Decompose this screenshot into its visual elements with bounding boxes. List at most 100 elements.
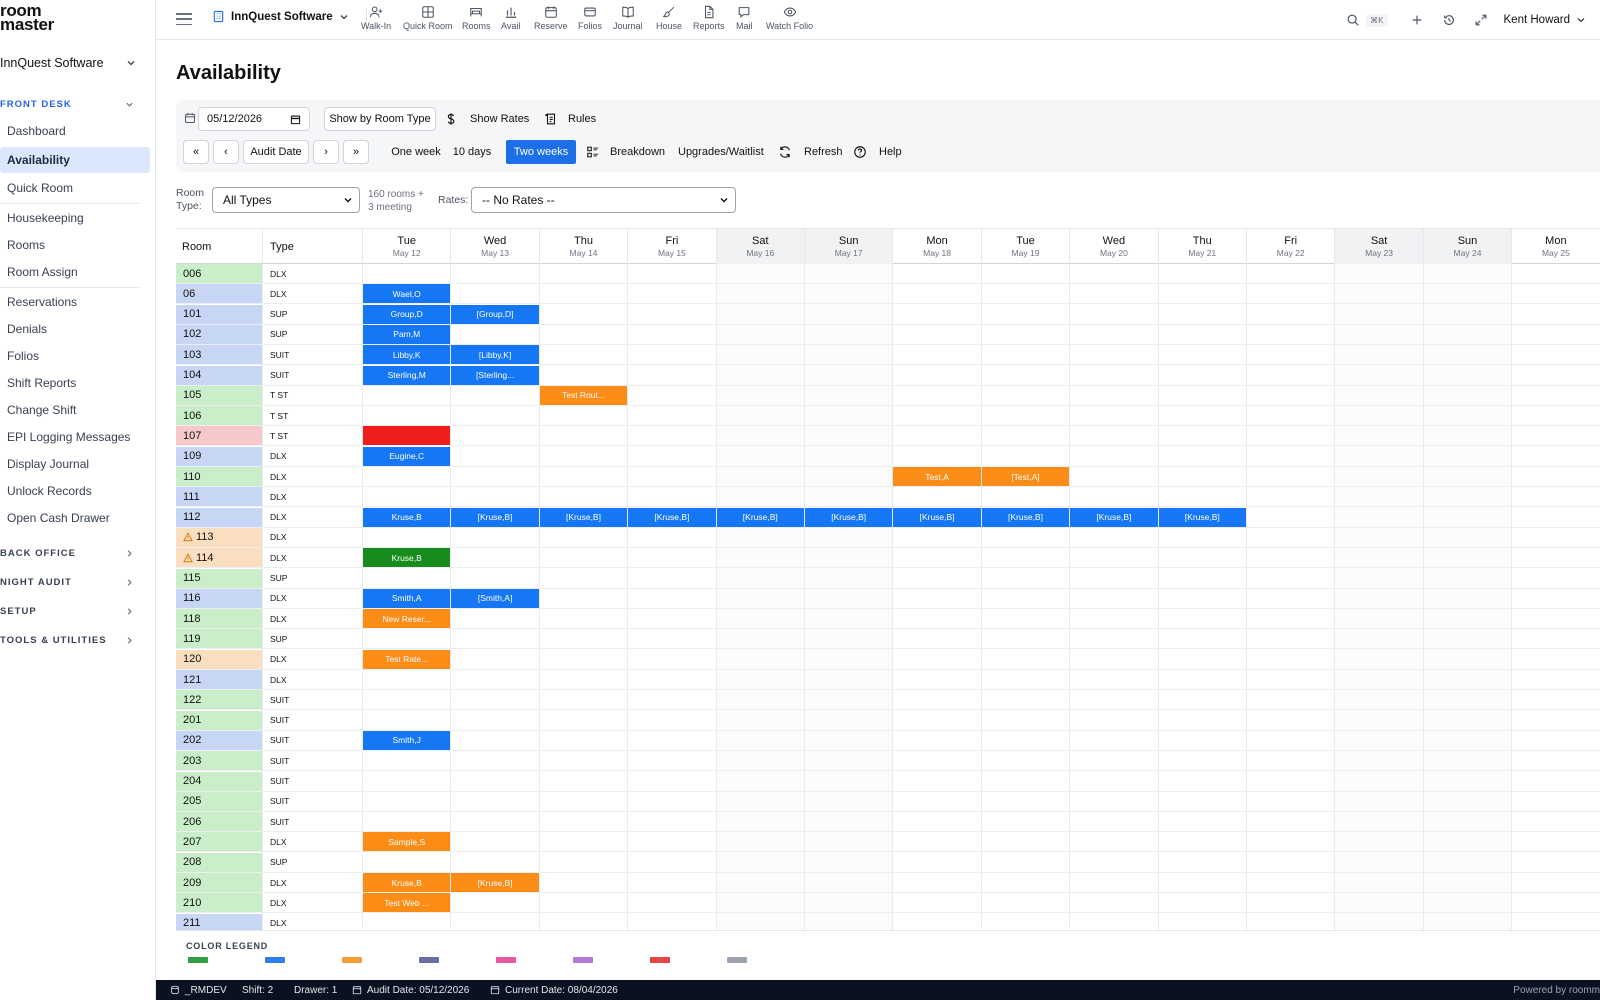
history-icon[interactable] (1442, 13, 1456, 27)
tool-reports[interactable]: Reports (693, 5, 725, 31)
reservation-block[interactable]: Wael,O (363, 284, 451, 304)
room-type-select[interactable]: All Types (212, 187, 360, 213)
reservation-block[interactable]: [Libby,K] (451, 345, 539, 365)
reservation-block[interactable]: [Kruse,B] (451, 873, 539, 892)
expand-icon[interactable] (1474, 13, 1488, 27)
tool-walk-in[interactable]: Walk-In (361, 5, 391, 31)
room-number-cell[interactable]: 119 (176, 629, 262, 649)
view-two-weeks-button[interactable]: Two weeks (506, 140, 576, 164)
tool-mail[interactable]: Mail (736, 5, 753, 31)
room-number-cell[interactable]: 111 (176, 487, 262, 507)
show-by-room-type-button[interactable]: Show by Room Type (324, 107, 436, 131)
view-ten-days-button[interactable]: 10 days (450, 140, 494, 164)
reservation-block[interactable]: Eugine,C (363, 446, 451, 466)
day-header[interactable]: Fri May 22 (1246, 229, 1334, 264)
sidebar-item-display-journal[interactable]: Display Journal (0, 451, 150, 477)
reservation-block[interactable]: Pam,M (363, 324, 451, 344)
tool-house[interactable]: House (656, 5, 682, 31)
sidebar-section-night-audit[interactable]: NIGHT AUDIT (0, 574, 150, 590)
day-header[interactable]: Mon May 25 (1511, 229, 1599, 264)
tool-avail[interactable]: Avail (501, 5, 520, 31)
calendar-picker-icon[interactable] (290, 114, 301, 125)
day-header[interactable]: Fri May 15 (627, 229, 715, 264)
day-header[interactable]: Tue May 12 (362, 229, 450, 264)
sidebar-section-front-desk[interactable]: FRONT DESK (0, 96, 150, 112)
hamburger-menu-icon[interactable] (176, 11, 192, 27)
rules-button[interactable]: Rules (544, 107, 596, 131)
room-number-cell[interactable]: 06 (176, 284, 262, 304)
room-number-cell[interactable]: 206 (176, 812, 262, 832)
reservation-block[interactable]: Test Rout... (539, 385, 628, 405)
sidebar-item-availability[interactable]: Availability (0, 147, 150, 173)
sidebar-item-dashboard[interactable]: Dashboard (0, 118, 150, 144)
tool-watch-folio[interactable]: Watch Folio (766, 5, 813, 31)
logo[interactable]: room master (0, 2, 54, 33)
reservation-block[interactable]: Test,A (893, 467, 981, 486)
tool-journal[interactable]: Journal (613, 5, 643, 31)
audit-date-button[interactable]: Audit Date (243, 140, 309, 164)
day-header[interactable]: Thu May 21 (1157, 229, 1246, 264)
room-number-cell[interactable]: 113 (176, 527, 262, 547)
reservation-block[interactable]: Kruse,B (363, 873, 451, 892)
tool-rooms[interactable]: Rooms (462, 5, 491, 31)
room-number-cell[interactable]: 201 (176, 710, 262, 730)
room-number-cell[interactable]: 102 (176, 324, 262, 344)
reservation-block[interactable]: Libby,K (363, 345, 451, 365)
sidebar-item-reservations[interactable]: Reservations (0, 289, 150, 315)
reservation-block[interactable]: Kruse,B (363, 548, 451, 568)
room-number-cell[interactable]: 202 (176, 730, 262, 750)
show-rates-button[interactable]: Show Rates (444, 107, 529, 131)
view-one-week-button[interactable]: One week (384, 140, 448, 164)
room-number-cell[interactable]: 205 (176, 791, 262, 811)
day-header[interactable]: Sat May 16 (715, 229, 804, 264)
breakdown-button[interactable]: Breakdown (586, 140, 665, 164)
sidebar-item-shift-reports[interactable]: Shift Reports (0, 370, 150, 396)
reservation-block[interactable]: Sample,S (363, 832, 451, 852)
room-number-cell[interactable]: 208 (176, 852, 262, 872)
reservation-block[interactable]: [Kruse,B] (539, 507, 628, 527)
last-page-button[interactable]: » (343, 140, 369, 164)
reservation-block[interactable]: [Sterling... (451, 365, 539, 385)
tool-quick-room[interactable]: Quick Room (403, 5, 453, 31)
room-number-cell[interactable]: 211 (176, 913, 262, 930)
room-number-cell[interactable]: 210 (176, 893, 262, 913)
reservation-block[interactable]: Kruse,B (363, 507, 451, 527)
room-number-cell[interactable]: 109 (176, 446, 262, 466)
sidebar-section-tools[interactable]: TOOLS & UTILITIES (0, 632, 150, 648)
room-number-cell[interactable]: 105 (176, 385, 262, 405)
room-number-cell[interactable]: 120 (176, 649, 262, 669)
day-header[interactable]: Tue May 19 (980, 229, 1069, 264)
day-header[interactable]: Sun May 17 (804, 229, 893, 264)
help-button[interactable]: Help (853, 140, 902, 164)
property-selector[interactable]: InnQuest Software (212, 10, 349, 23)
sidebar-section-back-office[interactable]: BACK OFFICE (0, 545, 150, 561)
day-header[interactable]: Thu May 14 (538, 229, 627, 264)
room-number-cell[interactable]: 106 (176, 406, 262, 426)
reservation-block[interactable]: [Test,A] (981, 467, 1070, 486)
reservation-block[interactable]: Group,D (363, 304, 451, 324)
reservation-block[interactable]: [Kruse,B] (893, 507, 981, 527)
sidebar-item-unlock-records[interactable]: Unlock Records (0, 478, 150, 504)
room-number-cell[interactable]: 101 (176, 304, 262, 324)
tool-reserve[interactable]: Reserve (534, 5, 568, 31)
reservation-block[interactable]: Sterling,M (363, 365, 451, 385)
reservation-block[interactable]: Test Rate... (363, 649, 451, 669)
upgrades-waitlist-button[interactable]: Upgrades/Waitlist (678, 140, 764, 164)
rates-select[interactable]: -- No Rates -- (471, 187, 736, 213)
room-number-cell[interactable]: 116 (176, 588, 262, 608)
room-number-cell[interactable]: 112 (176, 507, 262, 527)
refresh-button[interactable]: Refresh (778, 140, 843, 164)
reservation-block[interactable] (363, 426, 451, 446)
sidebar-item-quick-room[interactable]: Quick Room (0, 175, 150, 201)
sidebar-item-housekeeping[interactable]: Housekeeping (0, 205, 150, 231)
date-input[interactable]: 05/12/2026 (198, 107, 310, 131)
day-header[interactable]: Wed May 13 (450, 229, 538, 264)
reservation-block[interactable]: [Kruse,B] (451, 507, 539, 527)
room-number-cell[interactable]: 107 (176, 426, 262, 446)
day-header[interactable]: Sun May 24 (1422, 229, 1512, 264)
previous-button[interactable]: ‹ (213, 140, 239, 164)
reservation-block[interactable]: Smith,J (363, 730, 451, 750)
first-page-button[interactable]: « (183, 140, 209, 164)
reservation-block[interactable]: Test Web ... (363, 893, 451, 913)
room-number-cell[interactable]: 104 (176, 365, 262, 385)
